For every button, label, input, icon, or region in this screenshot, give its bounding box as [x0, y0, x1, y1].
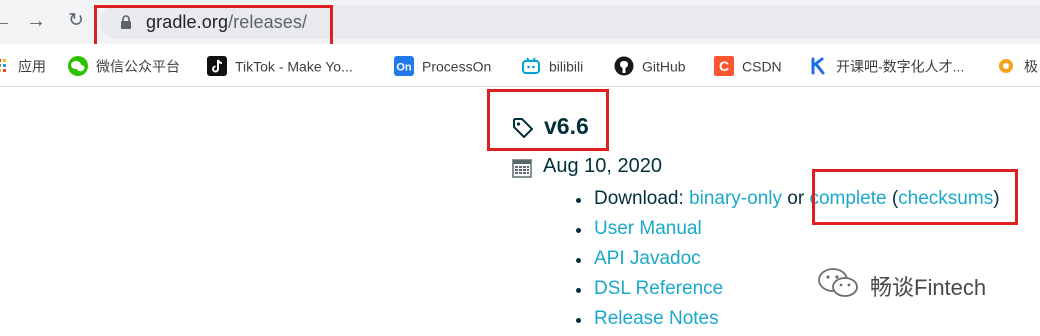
api-javadoc-link[interactable]: API Javadoc — [594, 248, 701, 269]
bookmark-label: TikTok - Make Yo... — [235, 58, 353, 75]
back-arrow-icon[interactable]: ← — [0, 9, 14, 33]
bookmark-label: 极 — [1024, 58, 1038, 75]
bookmark-csdn[interactable]: C CSDN — [714, 54, 782, 77]
bookmark-wechat[interactable]: 微信公众平台 — [68, 54, 180, 77]
bookmark-label: 应用 — [18, 58, 46, 75]
bookmark-kaikeba[interactable]: 开课吧-数字化人才... — [808, 54, 964, 76]
github-icon — [614, 56, 634, 76]
bookmark-label: GitHub — [642, 58, 686, 75]
download-label: Download: — [594, 188, 690, 209]
bookmark-icon — [999, 59, 1013, 74]
svg-text:On: On — [396, 62, 412, 74]
wechat-icon — [68, 56, 88, 77]
bookmark-label: ProcessOn — [422, 58, 492, 75]
user-manual-link[interactable]: User Manual — [594, 218, 702, 239]
bookmark-label: 开课吧-数字化人才... — [836, 58, 965, 75]
csdn-icon: C — [714, 56, 734, 77]
dsl-reference-link[interactable]: DSL Reference — [594, 278, 723, 299]
bookmark-ji[interactable]: 极 — [996, 54, 1038, 76]
release-notes-link[interactable]: Release Notes — [594, 308, 719, 329]
bookmark-apps[interactable]: 应用 — [0, 54, 46, 76]
bilibili-icon — [522, 57, 540, 75]
release-date: Aug 10, 2020 — [543, 155, 662, 177]
bookmark-label: CSDN — [742, 58, 782, 75]
bookmark-bilibili[interactable]: bilibili — [521, 54, 583, 76]
bookmark-label: 微信公众平台 — [96, 58, 180, 75]
bookmark-tiktok[interactable]: TikTok - Make Yo... — [207, 54, 353, 77]
bookmarks-bar: 应用 微信公众平台 TikTok - Make Yo... On Process… — [0, 44, 1040, 87]
bookmark-label: bilibili — [549, 58, 584, 75]
binary-only-link[interactable]: binary-only — [689, 188, 782, 209]
or-text: or — [782, 188, 810, 209]
calendar-icon — [512, 159, 532, 178]
watermark-text: 畅谈Fintech — [870, 275, 987, 300]
bookmark-github[interactable]: GitHub — [614, 54, 686, 76]
svg-text:C: C — [719, 58, 729, 74]
forward-arrow-icon[interactable]: → — [24, 9, 48, 33]
kaikeba-icon — [811, 57, 825, 75]
bookmark-processon[interactable]: On ProcessOn — [394, 54, 492, 77]
url-highlight-box — [94, 5, 333, 47]
reload-icon[interactable]: ↻ — [64, 9, 88, 33]
tag-icon — [513, 118, 533, 138]
apps-grid-icon — [0, 59, 6, 73]
tiktok-icon — [207, 56, 227, 77]
download-highlight-box — [812, 169, 1018, 225]
processon-icon: On — [394, 56, 414, 77]
list-item: Release Notes — [574, 306, 1000, 336]
wechat-watermark-icon — [818, 268, 858, 297]
release-version: v6.6 — [544, 113, 589, 139]
